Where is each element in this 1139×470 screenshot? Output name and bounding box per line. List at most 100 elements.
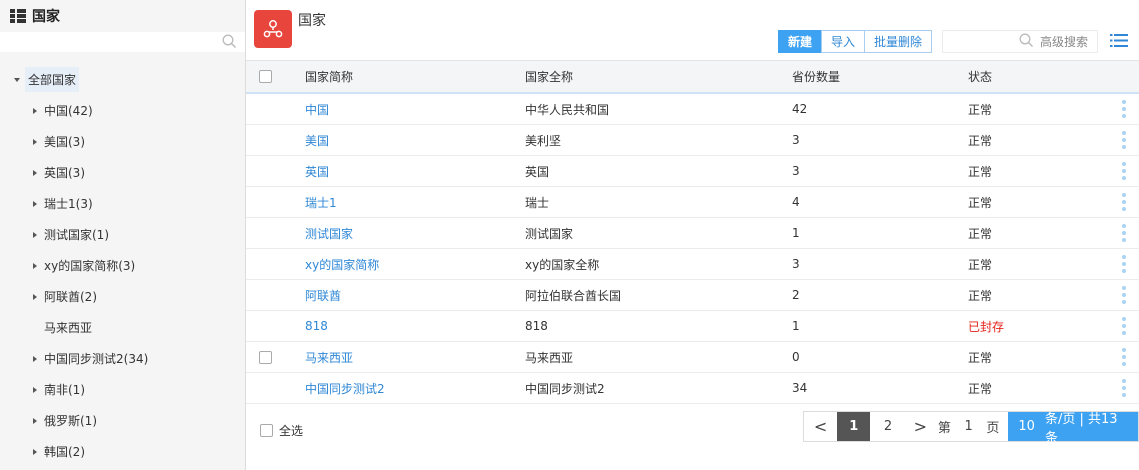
more-actions-icon[interactable] (1122, 379, 1126, 397)
more-actions-icon[interactable] (1122, 162, 1126, 180)
country-full-name: 瑞士 (525, 195, 550, 210)
table-row[interactable]: 马来西亚 马来西亚 0 正常 (246, 342, 1139, 373)
tree-root-label[interactable]: 全部国家 (25, 67, 80, 92)
caret-down-icon[interactable] (14, 77, 20, 82)
search-icon[interactable] (222, 34, 237, 52)
caret-right-icon[interactable] (33, 417, 37, 424)
caret-right-icon[interactable] (33, 293, 37, 300)
table-body: 中国 中华人民共和国 42 正常 美国 美利坚 3 正常 英国 英国 3 正常 瑞士1 瑞士 4 正常 测试国家… (246, 94, 1139, 404)
country-abbr-link[interactable]: 马来西亚 (305, 349, 353, 366)
caret-right-icon[interactable] (33, 448, 37, 455)
prev-page-button[interactable]: < (804, 412, 837, 441)
tree-item-label[interactable]: 英国(3) (44, 164, 85, 181)
search-input[interactable] (943, 31, 1017, 52)
search-icon[interactable] (1019, 33, 1034, 51)
table-row[interactable]: 818 818 1 已封存 (246, 311, 1139, 342)
tree-item-label[interactable]: 马来西亚 (44, 319, 92, 336)
tree-item-label[interactable]: xy的国家简称(3) (44, 257, 135, 274)
more-actions-icon[interactable] (1122, 348, 1126, 366)
row-checkbox[interactable] (259, 350, 272, 364)
tree-item[interactable]: 英国(3) (0, 157, 245, 188)
caret-right-icon[interactable] (33, 200, 37, 207)
header-checkbox[interactable] (259, 70, 272, 83)
tree-item-label[interactable]: 瑞士1(3) (44, 195, 93, 212)
tree-item-label[interactable]: 阿联酋(2) (44, 288, 97, 305)
tree-item[interactable]: xy的国家简称(3) (0, 250, 245, 281)
org-chart-icon (254, 10, 292, 48)
page-size-selector[interactable]: 10 条/页 | 共13条 (1008, 412, 1138, 446)
province-count: 42 (792, 102, 808, 116)
table-row[interactable]: 测试国家 测试国家 1 正常 (246, 218, 1139, 249)
tree-item[interactable]: 韩国(2) (0, 436, 245, 467)
sidebar: 国家 全部国家 中国(42) 美国(3) 英国(3) 瑞士1(3) 测试国家(1) xy的… (0, 0, 246, 470)
more-actions-icon[interactable] (1122, 317, 1126, 335)
country-abbr-link[interactable]: 英国 (305, 163, 329, 180)
country-abbr-link[interactable]: 测试国家 (305, 225, 353, 242)
tree-item[interactable]: 瑞士1(3) (0, 188, 245, 219)
country-abbr-link[interactable]: 美国 (305, 132, 329, 149)
select-all-checkbox[interactable] (260, 424, 273, 437)
tree-item[interactable]: 中国同步测试2(34) (0, 343, 245, 374)
table-row[interactable]: 美国 美利坚 3 正常 (246, 125, 1139, 156)
next-page-button[interactable]: > (906, 412, 935, 441)
country-full-name: 818 (525, 319, 548, 333)
table-row[interactable]: 阿联酋 阿拉伯联合酋长国 2 正常 (246, 280, 1139, 311)
caret-right-icon[interactable] (33, 138, 37, 145)
more-actions-icon[interactable] (1122, 100, 1126, 118)
tree-item[interactable]: 俄罗斯(1) (0, 405, 245, 436)
country-abbr-link[interactable]: 阿联酋 (305, 287, 341, 304)
table-row[interactable]: 瑞士1 瑞士 4 正常 (246, 187, 1139, 218)
country-abbr-link[interactable]: 瑞士1 (305, 194, 337, 211)
tree-item[interactable]: 美国(3) (0, 126, 245, 157)
more-actions-icon[interactable] (1122, 131, 1126, 149)
tree-root[interactable]: 全部国家 (0, 64, 245, 95)
more-actions-icon[interactable] (1122, 286, 1126, 304)
tree-item[interactable]: 测试国家(1) (0, 219, 245, 250)
more-actions-icon[interactable] (1122, 224, 1126, 242)
sidebar-search-input[interactable] (0, 32, 210, 52)
country-abbr-link[interactable]: 中国 (305, 101, 329, 118)
tree-item-label[interactable]: 俄罗斯(1) (44, 412, 97, 429)
caret-right-icon[interactable] (33, 231, 37, 238)
tree-item[interactable]: 阿联酋(2) (0, 281, 245, 312)
caret-right-icon[interactable] (33, 262, 37, 269)
tree-item-label[interactable]: 韩国(2) (44, 443, 85, 460)
page-size-value[interactable]: 10 (1018, 419, 1035, 434)
list-view-icon[interactable] (1110, 33, 1128, 48)
caret-right-icon[interactable] (33, 169, 37, 176)
table-row[interactable]: 中国 中华人民共和国 42 正常 (246, 94, 1139, 125)
status-text: 已封存 (968, 319, 1005, 334)
advanced-search-link[interactable]: 高级搜索 (1040, 33, 1088, 50)
country-abbr-link[interactable]: 中国同步测试2 (305, 380, 385, 397)
tree-item[interactable]: 马来西亚 (0, 312, 245, 343)
table-row[interactable]: 英国 英国 3 正常 (246, 156, 1139, 187)
goto-prefix: 第 (937, 421, 951, 436)
status-text: 正常 (968, 133, 993, 148)
select-all-label[interactable]: 全选 (279, 422, 303, 439)
col-header-abbr: 国家简称 (305, 70, 354, 84)
country-abbr-link[interactable]: xy的国家简称 (305, 256, 379, 273)
table-row[interactable]: xy的国家简称 xy的国家全称 3 正常 (246, 249, 1139, 280)
tree-item[interactable]: 南非(1) (0, 374, 245, 405)
goto-suffix: 页 (986, 421, 1000, 436)
import-button[interactable]: 导入 (821, 30, 866, 53)
select-all[interactable]: 全选 (260, 422, 303, 439)
more-actions-icon[interactable] (1122, 255, 1126, 273)
more-actions-icon[interactable] (1122, 193, 1126, 211)
table-row[interactable]: 中国同步测试2 中国同步测试2 34 正常 (246, 373, 1139, 404)
caret-right-icon[interactable] (33, 386, 37, 393)
page-button-2[interactable]: 2 (870, 412, 905, 441)
country-abbr-link[interactable]: 818 (305, 319, 328, 333)
goto-page-input[interactable]: 1 (954, 412, 983, 441)
tree-item[interactable]: 中国(42) (0, 95, 245, 126)
caret-right-icon[interactable] (33, 355, 37, 362)
caret-right-icon[interactable] (33, 107, 37, 114)
tree-item-label[interactable]: 南非(1) (44, 381, 85, 398)
tree-item-label[interactable]: 美国(3) (44, 133, 85, 150)
new-button[interactable]: 新建 (778, 30, 823, 53)
tree-item-label[interactable]: 中国(42) (44, 102, 93, 119)
batch-delete-button[interactable]: 批量删除 (864, 30, 933, 53)
tree-item-label[interactable]: 测试国家(1) (44, 226, 109, 243)
tree-item-label[interactable]: 中国同步测试2(34) (44, 350, 148, 367)
page-button-1[interactable]: 1 (837, 412, 871, 441)
